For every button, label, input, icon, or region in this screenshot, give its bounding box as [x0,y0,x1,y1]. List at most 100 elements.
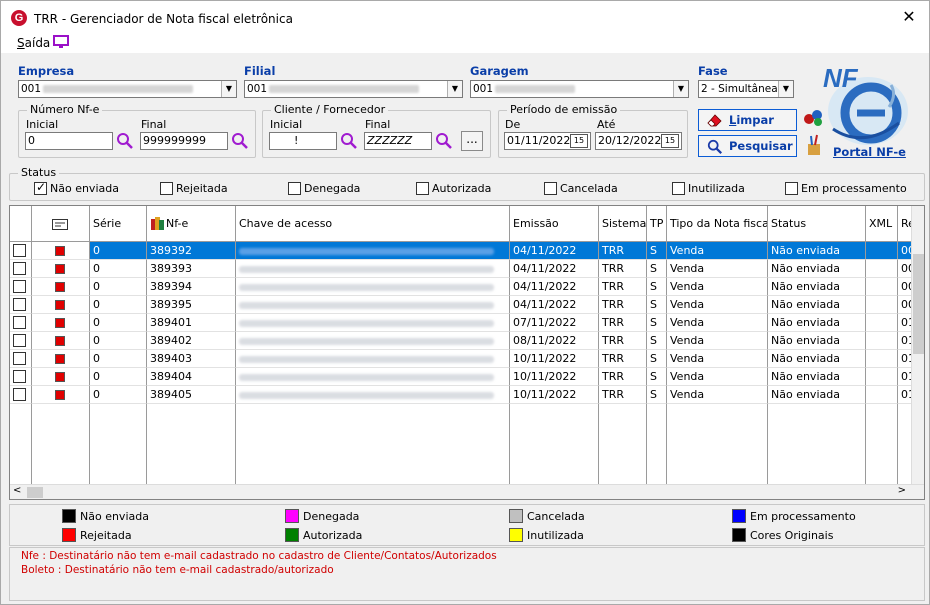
row-checkbox[interactable] [13,298,26,311]
col-chave[interactable]: Chave de acesso [236,206,510,242]
row-checkbox[interactable] [13,280,26,293]
status-label: Cancelada [560,182,618,195]
col-serie[interactable]: Série [90,206,147,242]
table-row[interactable]: 0389394 04/11/2022TRRSVendaNão enviada 00 [10,278,912,296]
scroll-left-icon[interactable]: < [13,485,21,496]
table-row[interactable]: 0389401 07/11/2022TRRSVendaNão enviada 01 [10,314,912,332]
row-checkbox[interactable] [13,316,26,329]
status-label: Rejeitada [176,182,228,195]
status-checkbox[interactable] [785,182,798,195]
nfe-final-input[interactable]: 999999999 [140,132,228,150]
menu-saida[interactable]: Saída [17,36,50,50]
calendar-icon[interactable]: 15 [661,134,679,148]
table-row[interactable]: 0389402 08/11/2022TRRSVendaNão enviada 01 [10,332,912,350]
table-row[interactable]: 0389392 04/11/2022TRRSVendaNão enviada 00 [10,242,912,260]
nfe-inicial-label: Inicial [26,118,59,131]
table-row[interactable]: 0389393 04/11/2022TRRSVendaNão enviada 00 [10,260,912,278]
filial-label: Filial [244,64,276,78]
col-tipo[interactable]: Tipo da Nota fiscal [667,206,768,242]
status-checkbox[interactable] [34,180,47,195]
vertical-scrollbar[interactable] [911,206,924,486]
col-status[interactable]: Status [768,206,866,242]
col-re[interactable]: Re [898,206,912,242]
cell-sistema: TRR [599,260,647,278]
cell-tipo: Venda [667,314,768,332]
cell-xml [866,242,898,260]
garagem-select[interactable]: 001 ▼ [470,80,689,98]
limpar-button[interactable]: Limpar [698,109,797,131]
portal-nfe-link[interactable]: Portal NF-e [833,145,906,159]
eraser-icon [707,114,722,127]
cell-tipo: Venda [667,260,768,278]
cliente-inicial-input[interactable]: ! [269,132,337,150]
row-status-color-cell [32,314,90,332]
cell-status: Não enviada [768,278,866,296]
cell-serie: 0 [90,332,147,350]
grid-column-line [897,404,898,486]
legend-label: Cores Originais [750,529,834,542]
col-sistema[interactable]: Sistema [599,206,647,242]
main-window: G TRR - Gerenciador de Nota fiscal eletr… [0,0,930,605]
periodo-ate-input[interactable]: 20/12/2022 15 [595,132,682,150]
search-icon[interactable] [435,132,453,150]
chevron-down-icon: ▼ [447,81,462,97]
legend-swatch [285,528,299,542]
title-bar: G TRR - Gerenciador de Nota fiscal eletr… [1,1,929,33]
row-checkbox[interactable] [13,262,26,275]
status-checkbox[interactable] [416,182,429,195]
monitor-icon[interactable] [53,34,69,50]
cell-sistema: TRR [599,386,647,404]
col-mail[interactable] [32,206,90,242]
legend-swatch [732,509,746,523]
search-icon[interactable] [231,132,249,150]
row-select-cell [10,260,32,278]
row-checkbox[interactable] [13,334,26,347]
cell-tp: S [647,242,667,260]
col-tp[interactable]: TP [647,206,667,242]
filial-select[interactable]: 001 ▼ [244,80,463,98]
more-options-button[interactable]: ... [461,131,483,151]
calendar-icon[interactable]: 15 [570,134,588,148]
scroll-right-icon[interactable]: > [898,485,906,496]
cell-serie: 0 [90,296,147,314]
table-row[interactable]: 0389395 04/11/2022TRRSVendaNão enviada 00 [10,296,912,314]
status-checkbox[interactable] [544,182,557,195]
cell-re: 01 [898,368,912,386]
redacted-key [239,301,494,309]
fase-select[interactable]: 2 - Simultânea ▼ [698,80,794,98]
status-checkbox[interactable] [288,182,301,195]
cell-emissao: 10/11/2022 [510,350,599,368]
table-row[interactable]: 0389405 10/11/2022TRRSVendaNão enviada 01 [10,386,912,404]
col-xml[interactable]: XML [866,206,898,242]
cell-sistema: TRR [599,296,647,314]
col-emissao[interactable]: Emissão [510,206,599,242]
status-checkbox[interactable] [672,182,685,195]
cell-sistema: TRR [599,350,647,368]
cliente-final-input[interactable]: ZZZZZZ [364,132,432,150]
status-checkbox[interactable] [160,182,173,195]
col-nfe[interactable]: Nf-e [147,206,236,242]
table-row[interactable]: 0389403 10/11/2022TRRSVendaNão enviada 01 [10,350,912,368]
vertical-scroll-thumb[interactable] [913,254,924,354]
messages-panel: Nfe : Destinatário não tem e-mail cadast… [9,547,925,601]
row-checkbox[interactable] [13,244,26,257]
periodo-de-input[interactable]: 01/11/2022 15 [504,132,591,150]
nfe-inicial-input[interactable]: 0 [25,132,113,150]
empresa-select[interactable]: 001 ▼ [18,80,237,98]
horizontal-scrollbar[interactable]: < > [10,484,924,499]
close-button[interactable]: ✕ [895,5,923,29]
search-icon[interactable] [116,132,134,150]
table-row[interactable]: 0389404 10/11/2022TRRSVendaNão enviada 01 [10,368,912,386]
cell-serie: 0 [90,386,147,404]
row-checkbox[interactable] [13,370,26,383]
search-icon [707,139,723,155]
status-color-icon [55,318,65,328]
row-checkbox[interactable] [13,388,26,401]
cell-xml [866,350,898,368]
pesquisar-button[interactable]: Pesquisar [698,135,797,157]
col-select[interactable] [10,206,32,242]
row-checkbox[interactable] [13,352,26,365]
horizontal-scroll-thumb[interactable] [27,487,43,498]
cell-re: 00 [898,242,912,260]
search-icon[interactable] [340,132,358,150]
